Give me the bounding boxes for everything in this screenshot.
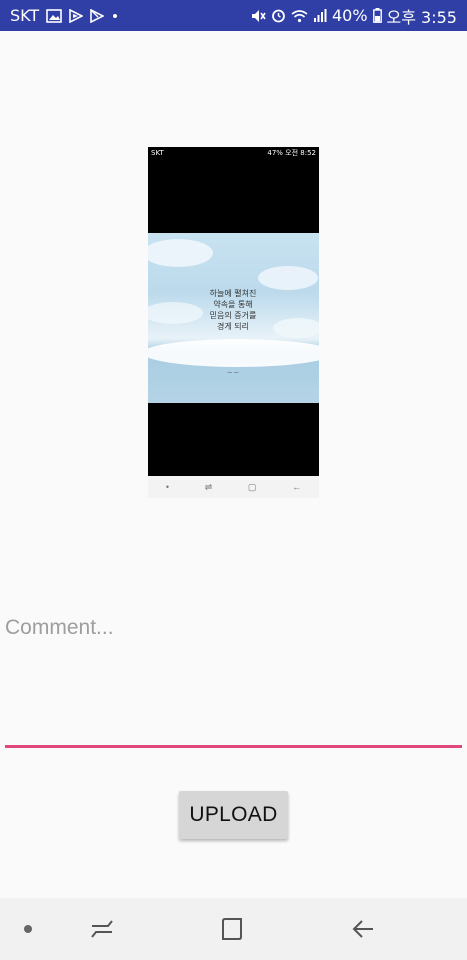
battery-icon [372,8,382,23]
mute-icon [250,9,266,23]
caption-signature: — — [227,370,239,376]
comment-field[interactable] [5,610,462,748]
recent-apps-icon: ⇌ [204,481,213,492]
carrier-label: SKT [10,6,40,25]
gallery-icon [46,8,62,23]
caption-line: 약속을 통해 [213,300,253,309]
caption-line: 믿음의 증거를 [209,311,257,320]
preview-caption: 하늘에 펼쳐진 약속을 통해 믿음의 증거를 경게 되리 — — [193,288,273,379]
preview-carrier: SKT [151,149,164,157]
preview-image: SKT 47% 오전 8:52 하늘에 펼쳐진 약속을 통해 믿음의 증거를 경… [148,147,319,498]
caption-line: 경게 되리 [217,322,249,331]
home-icon: ▢ [247,481,257,492]
dot-icon: • [165,482,169,492]
recent-apps-icon[interactable] [80,898,124,960]
home-icon[interactable] [210,898,254,960]
play-store-icon [90,8,105,23]
nav-dot-icon[interactable] [8,898,48,960]
status-bar: SKT 40% 오후 3:55 [0,0,467,31]
flipboard-icon [69,8,84,23]
clock: 오후 3:55 [386,7,457,27]
comment-input[interactable] [5,610,462,744]
preview-status-right: 47% 오전 8:52 [267,149,316,157]
preview-nav-bar: • ⇌ ▢ ← [148,476,319,498]
navigation-bar [0,898,467,960]
comment-underline [5,745,462,748]
status-right: 40% 오후 3:55 [250,4,457,28]
alarm-icon [271,8,286,23]
battery-percent: 40% [331,6,368,25]
preview-sky: 하늘에 펼쳐진 약속을 통해 믿음의 증거를 경게 되리 — — [148,233,319,403]
back-icon[interactable] [341,898,385,960]
status-left: SKT [10,6,119,25]
preview-status-bar: SKT 47% 오전 8:52 [148,147,319,159]
back-icon: ← [292,482,302,492]
dot-icon [111,12,119,20]
upload-button[interactable]: UPLOAD [179,791,288,839]
wifi-icon [291,9,308,23]
signal-icon [313,8,327,23]
caption-line: 하늘에 펼쳐진 [209,289,257,298]
